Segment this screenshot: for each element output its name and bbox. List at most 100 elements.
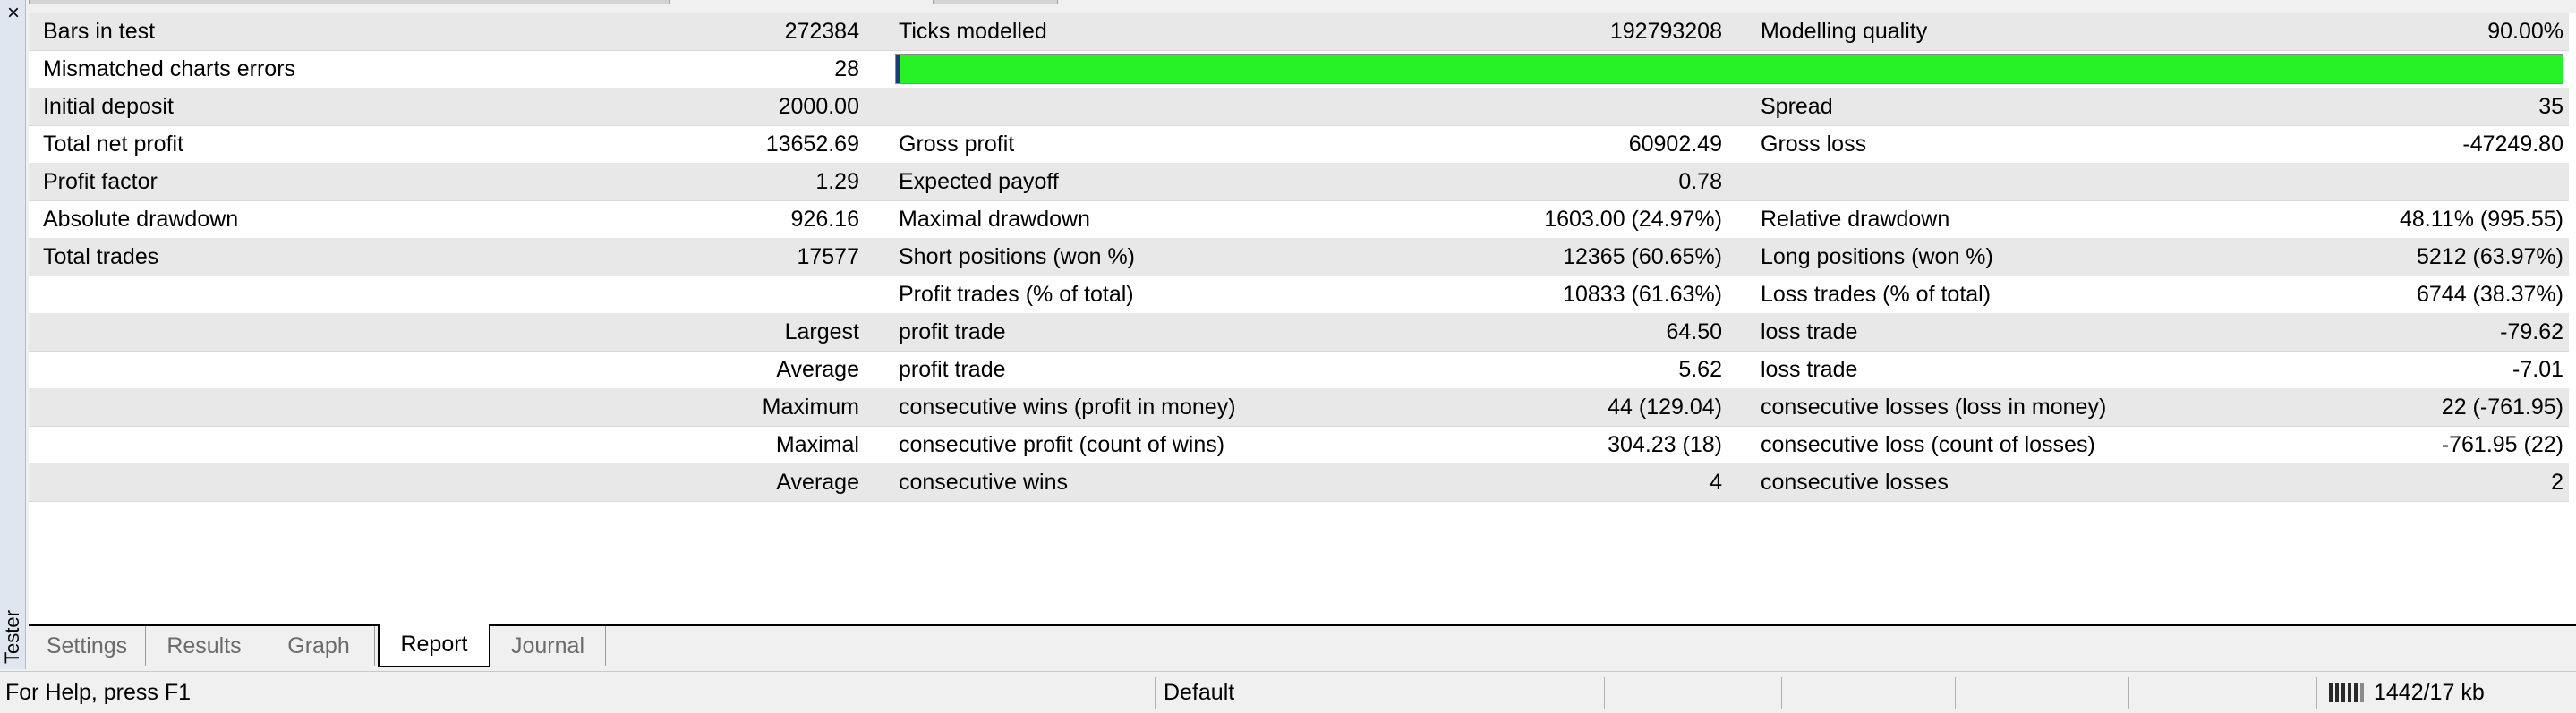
value-consecutive-wins-profit-in-money: 44 (129.04): [1608, 395, 1722, 420]
label-modelling-quality: Modelling quality: [1761, 19, 1928, 44]
value-absolute-drawdown: 926.16: [790, 207, 859, 232]
report-row: Absolute drawdown 926.16 Maximal drawdown 1…: [29, 200, 2569, 239]
value-loss-trades-of-total: 6744 (38.37%): [2416, 282, 2563, 307]
report-row: Average profit trade 5.62 loss trade -7.01: [29, 351, 2569, 389]
label-loss-trade: loss trade: [1761, 357, 1858, 382]
label-maximal-drawdown: Maximal drawdown: [899, 207, 1090, 232]
value-cell: [2177, 163, 2563, 200]
value-consecutive-losses-loss-in-money: 22 (-761.95): [2441, 395, 2563, 420]
label-profit-factor: Profit factor: [43, 169, 158, 194]
report-row: Initial deposit 2000.00 Spread 35: [29, 88, 2569, 126]
status-divider: [1781, 677, 1782, 709]
value-cell: [566, 276, 859, 313]
value-profit-factor: 1.29: [815, 169, 859, 194]
value-gross-profit: 60902.49: [1628, 132, 1722, 157]
label-consecutive-losses-loss-in-money: consecutive losses (loss in money): [1761, 395, 2107, 420]
report-row: Largest profit trade 64.50 loss trade -79.62: [29, 313, 2569, 352]
label-consecutive-profit-count-of-wins: consecutive profit (count of wins): [899, 432, 1225, 457]
value-short-positions-won: 12365 (60.65%): [1563, 244, 1722, 269]
label-gross-loss: Gross loss: [1761, 132, 1867, 157]
value-mismatched-charts-errors: 28: [834, 56, 859, 81]
status-bar: For Help, press F1 Default 1442/17 kb: [0, 671, 2576, 713]
value-ticks-modelled: 192793208: [1609, 19, 1722, 44]
label-total-trades: Total trades: [43, 244, 159, 269]
value-profit-trades-of-total: 10833 (61.63%): [1563, 282, 1722, 307]
connection-bars-icon: [2329, 683, 2368, 702]
tab-settings[interactable]: Settings: [29, 626, 146, 666]
label-long-positions-won: Long positions (won %): [1761, 244, 1993, 269]
report-row: Maximum consecutive wins (profit in money…: [29, 388, 2569, 427]
label-profit-trade: profit trade: [899, 357, 1006, 382]
value-modelling-quality: 90.00%: [2487, 19, 2563, 44]
label-consecutive-wins: consecutive wins: [899, 470, 1068, 495]
tester-sidebar: × Tester: [0, 0, 26, 669]
report-row: Profit factor 1.29 Expected payoff 0.78: [29, 163, 2569, 201]
status-divider: [2128, 677, 2129, 709]
traffic-counter: 1442/17 kb: [2374, 680, 2485, 705]
value-profit-trade: 64.50: [1666, 319, 1722, 344]
value-long-positions-won: 5212 (63.97%): [2416, 244, 2563, 269]
value-loss-trade: -7.01: [2512, 357, 2563, 382]
label-mismatched-charts-errors: Mismatched charts errors: [43, 56, 296, 81]
label-consecutive-loss-count-of-losses: consecutive loss (count of losses): [1761, 432, 2095, 457]
report-table: Bars in test 272384 Ticks modelled 19279320…: [29, 13, 2576, 624]
label-profit-trade: profit trade: [899, 319, 1006, 344]
value-consecutive-wins: 4: [1710, 470, 1722, 495]
tester-tab-bar: Settings Results Graph Report Journal: [29, 624, 2576, 669]
label-bars-in-test: Bars in test: [43, 19, 156, 44]
label-short-positions-won: Short positions (won %): [899, 244, 1136, 269]
status-divider: [1155, 677, 1156, 709]
value-initial-deposit: 2000.00: [778, 94, 859, 119]
close-icon[interactable]: ×: [4, 3, 23, 24]
label-initial-deposit: Initial deposit: [43, 94, 174, 119]
report-row: Profit trades (% of total) 10833 (61.63%)…: [29, 276, 2569, 314]
value-total-net-profit: 13652.69: [765, 132, 859, 157]
profile-name: Default: [1164, 680, 1235, 705]
value-maximal-drawdown: 1603.00 (24.97%): [1544, 207, 1722, 232]
status-divider: [2316, 677, 2317, 709]
label-gross-profit: Gross profit: [899, 132, 1015, 157]
label-relative-drawdown: Relative drawdown: [1761, 207, 1950, 232]
label-loss-trades-of-total: Loss trades (% of total): [1761, 282, 1992, 307]
top-segment: [933, 0, 1058, 4]
tab-report[interactable]: Report: [378, 624, 490, 667]
report-row: Mismatched charts errors 28: [29, 50, 2569, 89]
tab-results[interactable]: Results: [149, 626, 260, 666]
label-consecutive-wins-profit-in-money: consecutive wins (profit in money): [899, 395, 1236, 420]
help-text: For Help, press F1: [5, 680, 192, 705]
value-cell: [1425, 88, 1722, 125]
value-total-trades: 17577: [797, 244, 859, 269]
label-ticks-modelled: Ticks modelled: [899, 19, 1047, 44]
value-cell: Average: [776, 470, 859, 495]
report-row: Average consecutive wins 4 consecutive loss…: [29, 463, 2569, 502]
value-cell: Average: [776, 357, 859, 382]
label-spread: Spread: [1761, 94, 1833, 119]
label-absolute-drawdown: Absolute drawdown: [43, 207, 239, 232]
tab-journal[interactable]: Journal: [490, 626, 606, 666]
value-consecutive-profit-count-of-wins: 304.23 (18): [1608, 432, 1722, 457]
modelling-quality-bar: [895, 54, 2563, 84]
status-divider: [1955, 677, 1956, 709]
label-total-net-profit: Total net profit: [43, 132, 184, 157]
top-strip: [0, 0, 2576, 13]
report-row: Bars in test 272384 Ticks modelled 19279320…: [29, 13, 2569, 51]
report-row: Total trades 17577 Short positions (won %)…: [29, 238, 2569, 276]
value-profit-trade: 5.62: [1678, 357, 1722, 382]
tester-panel-label: Tester: [1, 610, 23, 664]
top-segment: [29, 0, 670, 4]
label-expected-payoff: Expected payoff: [899, 169, 1059, 194]
tab-graph[interactable]: Graph: [263, 626, 375, 666]
value-spread: 35: [2538, 94, 2563, 119]
report-row: Total net profit 13652.69 Gross profit 6090…: [29, 125, 2569, 164]
report-row: Maximal consecutive profit (count of wins…: [29, 426, 2569, 464]
value-cell: Maximal: [775, 432, 859, 457]
value-loss-trade: -79.62: [2500, 319, 2563, 344]
value-gross-loss: -47249.80: [2462, 132, 2563, 157]
value-consecutive-losses: 2: [2551, 470, 2563, 495]
label-profit-trades-of-total: Profit trades (% of total): [899, 282, 1134, 307]
value-consecutive-loss-count-of-losses: -761.95 (22): [2441, 432, 2563, 457]
value-cell: Maximum: [762, 395, 859, 420]
value-bars-in-test: 272384: [784, 19, 859, 44]
status-divider: [1604, 677, 1605, 709]
label-consecutive-losses: consecutive losses: [1761, 470, 1949, 495]
